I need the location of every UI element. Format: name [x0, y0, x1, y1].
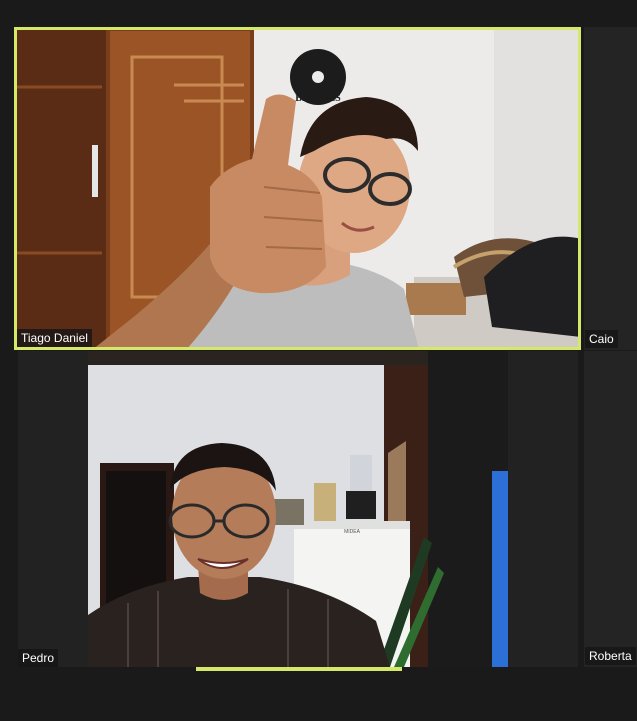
- fridge-brand-text: MIDEA: [344, 529, 361, 535]
- video-tile-pedro[interactable]: MIDEA: [88, 351, 508, 667]
- participant-name-roberta: Roberta: [585, 647, 636, 665]
- active-speaker-indicator: [196, 667, 402, 671]
- video-tile-roberta[interactable]: Roberta: [584, 351, 637, 667]
- video-feed-pedro: MIDEA: [88, 351, 508, 667]
- video-tile-tiago-daniel[interactable]: BEATLES Tiago Daniel: [14, 27, 581, 350]
- participant-name-tiago: Tiago Daniel: [17, 329, 92, 347]
- participant-name-pedro: Pedro: [18, 649, 59, 667]
- video-tile-caio[interactable]: Caio: [584, 27, 637, 350]
- participant-name-caio: Caio: [585, 330, 618, 348]
- beatles-decor-text: BEATLES: [295, 93, 341, 104]
- video-feed-tiago: BEATLES: [14, 27, 581, 350]
